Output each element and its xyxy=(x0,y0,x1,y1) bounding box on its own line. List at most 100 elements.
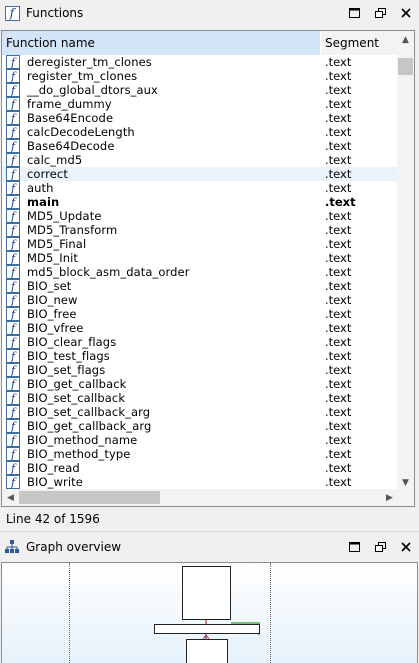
function-name: __do_global_dtors_aux xyxy=(27,83,158,97)
function-rows: f deregister_tm_clones .text f register_tm_c… xyxy=(2,55,398,489)
function-segment: .text xyxy=(325,363,352,377)
function-row[interactable]: f MD5_Final .text xyxy=(2,237,398,251)
function-name: auth xyxy=(27,181,54,195)
function-icon: f xyxy=(6,321,20,335)
function-segment: .text xyxy=(325,167,352,181)
function-icon: f xyxy=(6,307,20,321)
function-row[interactable]: f BIO_method_name .text xyxy=(2,433,398,447)
function-row[interactable]: f Base64Decode .text xyxy=(2,139,398,153)
function-row[interactable]: f BIO_vfree .text xyxy=(2,321,398,335)
function-row[interactable]: f BIO_method_type .text xyxy=(2,447,398,461)
function-row[interactable]: f BIO_new .text xyxy=(2,293,398,307)
graph-tree-icon xyxy=(4,539,20,555)
function-name: BIO_set xyxy=(27,279,72,293)
function-name: BIO_vfree xyxy=(27,321,84,335)
graph-overview-canvas[interactable] xyxy=(1,562,418,663)
function-segment: .text xyxy=(325,111,352,125)
function-icon: f xyxy=(4,5,20,21)
function-icon: f xyxy=(6,153,20,167)
function-row[interactable]: f BIO_set_flags .text xyxy=(2,363,398,377)
function-icon: f xyxy=(6,167,20,181)
function-icon: f xyxy=(6,195,20,209)
function-segment: .text xyxy=(325,307,352,321)
restore-icon[interactable] xyxy=(367,534,393,560)
graph-node[interactable] xyxy=(186,639,228,663)
function-icon: f xyxy=(6,237,20,251)
function-segment: .text xyxy=(325,335,352,349)
function-row[interactable]: f Base64Encode .text xyxy=(2,111,398,125)
scroll-left-arrow-icon[interactable]: ◀ xyxy=(2,489,19,506)
function-row[interactable]: f MD5_Update .text xyxy=(2,209,398,223)
function-row[interactable]: f frame_dummy .text xyxy=(2,97,398,111)
horizontal-scrollbar[interactable]: ◀ ▶ xyxy=(2,489,398,506)
function-icon: f xyxy=(6,461,20,475)
function-icon: f xyxy=(6,83,20,97)
function-row[interactable]: f __do_global_dtors_aux .text xyxy=(2,83,398,97)
function-segment: .text xyxy=(325,265,352,279)
function-icon: f xyxy=(6,55,20,69)
function-icon: f xyxy=(6,97,20,111)
function-row[interactable]: f correct .text xyxy=(2,167,398,181)
function-name: main xyxy=(27,195,60,209)
column-segment[interactable]: Segment xyxy=(321,31,400,55)
function-row[interactable]: f BIO_set .text xyxy=(2,279,398,293)
function-row[interactable]: f BIO_get_callback .text xyxy=(2,377,398,391)
function-icon: f xyxy=(6,391,20,405)
graph-node[interactable] xyxy=(154,624,260,634)
vertical-scroll-thumb[interactable] xyxy=(398,58,413,75)
function-row[interactable]: f BIO_read .text xyxy=(2,461,398,475)
function-icon: f xyxy=(6,139,20,153)
function-segment: .text xyxy=(325,153,352,167)
function-name: BIO_write xyxy=(27,475,83,489)
function-row[interactable]: f BIO_set_callback_arg .text xyxy=(2,405,398,419)
horizontal-scroll-thumb[interactable] xyxy=(19,491,160,504)
function-segment: .text xyxy=(325,195,356,209)
function-row[interactable]: f MD5_Transform .text xyxy=(2,223,398,237)
graph-window-buttons xyxy=(341,534,419,560)
function-segment: .text xyxy=(325,55,352,69)
close-icon[interactable] xyxy=(393,534,419,560)
function-row[interactable]: f md5_block_asm_data_order .text xyxy=(2,265,398,279)
function-name: BIO_set_flags xyxy=(27,363,106,377)
function-row[interactable]: f deregister_tm_clones .text xyxy=(2,55,398,69)
function-name: BIO_test_flags xyxy=(27,349,110,363)
function-segment: .text xyxy=(325,237,352,251)
function-name: md5_block_asm_data_order xyxy=(27,265,190,279)
function-row[interactable]: f BIO_set_callback .text xyxy=(2,391,398,405)
function-row[interactable]: f BIO_test_flags .text xyxy=(2,349,398,363)
maximize-icon[interactable] xyxy=(341,0,367,26)
function-row[interactable]: f BIO_write .text xyxy=(2,475,398,489)
function-name: MD5_Transform xyxy=(27,223,118,237)
maximize-icon[interactable] xyxy=(341,534,367,560)
function-segment: .text xyxy=(325,293,352,307)
function-name: calcDecodeLength xyxy=(27,125,135,139)
function-icon: f xyxy=(6,335,20,349)
function-row[interactable]: f calc_md5 .text xyxy=(2,153,398,167)
scroll-right-arrow-icon[interactable]: ▶ xyxy=(381,489,398,506)
function-name: register_tm_clones xyxy=(27,69,138,83)
vertical-scrollbar[interactable]: ▲ ▼ xyxy=(397,31,414,491)
function-row[interactable]: f register_tm_clones .text xyxy=(2,69,398,83)
function-segment: .text xyxy=(325,125,352,139)
restore-icon[interactable] xyxy=(367,0,393,26)
function-row[interactable]: f BIO_clear_flags .text xyxy=(2,335,398,349)
function-segment: .text xyxy=(325,209,352,223)
function-name: BIO_set_callback_arg xyxy=(27,405,151,419)
close-icon[interactable] xyxy=(393,0,419,26)
function-row[interactable]: f MD5_Init .text xyxy=(2,251,398,265)
function-row[interactable]: f calcDecodeLength .text xyxy=(2,125,398,139)
function-name: BIO_clear_flags xyxy=(27,335,117,349)
function-icon: f xyxy=(6,279,20,293)
function-row[interactable]: f BIO_free .text xyxy=(2,307,398,321)
function-icon: f xyxy=(6,209,20,223)
function-row[interactable]: f auth .text xyxy=(2,181,398,195)
function-row[interactable]: f BIO_get_callback_arg .text xyxy=(2,419,398,433)
function-segment: .text xyxy=(325,83,352,97)
function-list[interactable]: Function name Segment f deregister_tm_clo… xyxy=(1,30,415,507)
function-name: BIO_method_name xyxy=(27,433,138,447)
function-segment: .text xyxy=(325,447,352,461)
scroll-up-arrow-icon[interactable]: ▲ xyxy=(397,31,414,48)
function-name: frame_dummy xyxy=(27,97,112,111)
function-row[interactable]: f main .text xyxy=(2,195,398,209)
column-function-name[interactable]: Function name xyxy=(2,31,321,55)
